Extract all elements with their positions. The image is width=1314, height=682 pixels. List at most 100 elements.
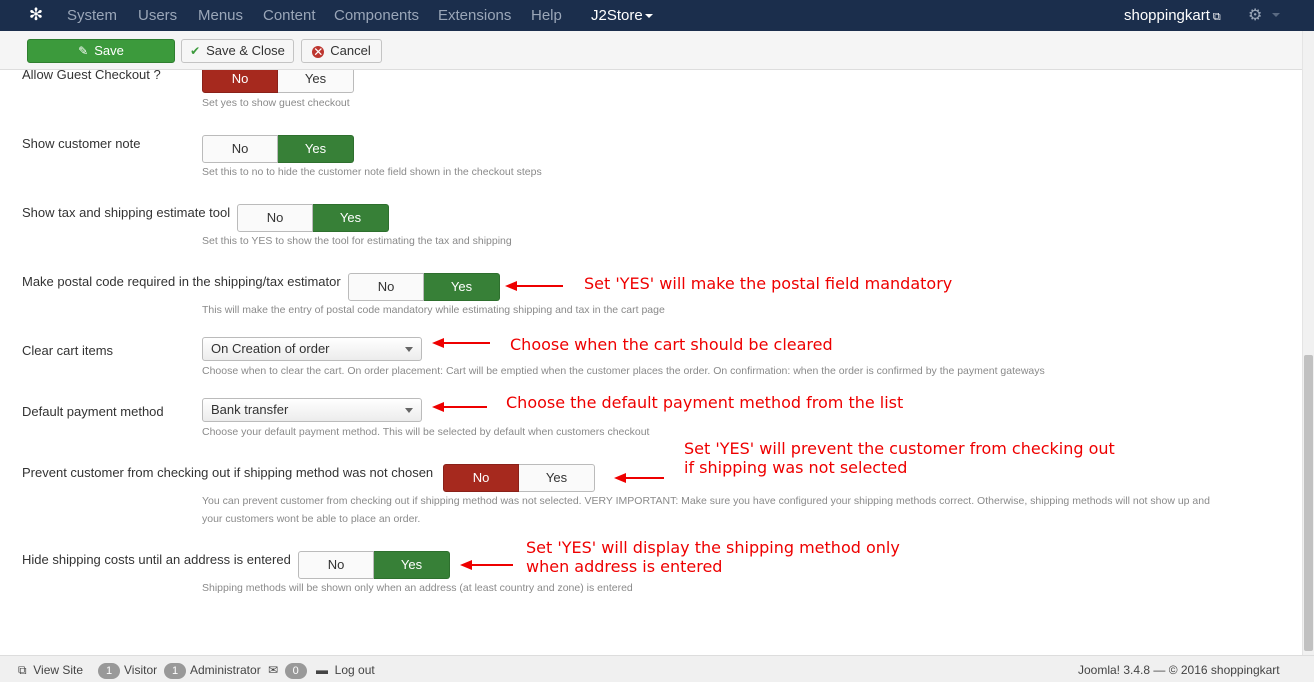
help-clear-cart: Choose when to clear the cart. On order … (202, 365, 1045, 377)
toggle-yes-button[interactable]: Yes (374, 551, 450, 579)
top-navbar: ✻ System Users Menus Content Components … (0, 0, 1314, 31)
save-button[interactable]: ✎ Save (27, 39, 175, 63)
toggle-no-button[interactable]: No (443, 464, 519, 492)
external-link-icon: ⧉ (18, 663, 27, 677)
cancel-button-label: Cancel (330, 43, 371, 58)
annotation-hide-line2: when address is entered (526, 557, 723, 576)
annotation-prevent-line2: if shipping was not selected (684, 458, 908, 477)
menu-j2store-label: J2Store (591, 7, 643, 24)
annotation-arrow-prevent (614, 473, 664, 483)
page-scrollbar[interactable] (1302, 31, 1314, 655)
visitor-count-badge: 1 (98, 663, 120, 679)
setting-label-hide-shipping: Hide shipping costs until an address is … (22, 552, 291, 567)
annotation-arrow-clear-cart (432, 338, 490, 348)
help-prevent-checkout-line1: You can prevent customer from checking o… (202, 495, 1210, 507)
external-link-icon: ⧉ (1212, 11, 1221, 23)
gear-chevron-down-icon[interactable] (1272, 13, 1280, 17)
menu-j2store[interactable]: J2Store (591, 7, 653, 24)
scrollbar-thumb[interactable] (1304, 355, 1313, 651)
help-customer-note: Set this to no to hide the customer note… (202, 166, 542, 178)
menu-menus[interactable]: Menus (198, 7, 243, 24)
annotation-prevent-line1: Set 'YES' will prevent the customer from… (684, 439, 1115, 458)
admin-status[interactable]: 1 Administrator (164, 663, 261, 679)
hide-shipping-toggle: No Yes (298, 551, 450, 579)
help-postal-required: This will make the entry of postal code … (202, 304, 665, 316)
postal-required-toggle: No Yes (348, 273, 500, 301)
toggle-no-button[interactable]: No (237, 204, 313, 232)
status-footer: ⧉ View Site 1 Visitor 1 Administrator ✉ 0 … (0, 655, 1314, 682)
edit-icon: ✎ (78, 44, 89, 58)
visitor-label: Visitor (124, 663, 158, 677)
envelope-icon: ✉ (268, 663, 279, 677)
toggle-yes-button[interactable]: Yes (519, 464, 595, 492)
annotation-arrow-hide-shipping (460, 560, 513, 570)
admin-count-badge: 1 (164, 663, 186, 679)
menu-content[interactable]: Content (263, 7, 316, 24)
admin-label: Administrator (190, 663, 261, 677)
chevron-down-icon (405, 408, 413, 413)
setting-label-postal-required: Make postal code required in the shippin… (22, 274, 341, 289)
toggle-no-button[interactable]: No (202, 135, 278, 163)
menu-help[interactable]: Help (531, 7, 562, 24)
toggle-yes-button[interactable]: Yes (278, 135, 354, 163)
view-site-label: View Site (33, 663, 84, 677)
toolbar: ✎ Save ✔ Save & Close ✕ Cancel (0, 31, 1302, 70)
annotation-clear-cart: Choose when the cart should be cleared (510, 335, 833, 354)
toggle-no-button[interactable]: No (202, 70, 278, 93)
logout-link[interactable]: ▬ Log out (316, 663, 375, 677)
help-hide-shipping: Shipping methods will be shown only when… (202, 582, 633, 594)
view-site-link[interactable]: ⧉ View Site (18, 663, 83, 678)
menu-system[interactable]: System (67, 7, 117, 24)
help-guest-checkout: Set yes to show guest checkout (202, 97, 350, 109)
annotation-arrow-payment (432, 402, 487, 412)
clear-cart-select[interactable]: On Creation of order (202, 337, 422, 361)
menu-components[interactable]: Components (334, 7, 419, 24)
estimate-tool-toggle: No Yes (237, 204, 389, 232)
settings-form: Allow Guest Checkout ? No Yes Set yes to… (0, 70, 1302, 655)
setting-label-customer-note: Show customer note (22, 136, 141, 151)
messages-status[interactable]: ✉ 0 (268, 663, 311, 679)
chevron-down-icon (644, 14, 653, 19)
annotation-hide-line1: Set 'YES' will display the shipping meth… (526, 538, 900, 557)
annotation-postal: Set 'YES' will make the postal field man… (584, 274, 953, 293)
toggle-yes-button[interactable]: Yes (313, 204, 389, 232)
messages-count-badge: 0 (284, 663, 307, 679)
menu-users[interactable]: Users (138, 7, 177, 24)
guest-checkout-toggle: No Yes (202, 70, 354, 93)
payment-method-select[interactable]: Bank transfer (202, 398, 422, 422)
clear-cart-select-value: On Creation of order (211, 341, 330, 356)
toggle-yes-button[interactable]: Yes (278, 70, 354, 93)
site-name-link[interactable]: shoppingkart ⧉ (1124, 7, 1221, 24)
toggle-no-button[interactable]: No (348, 273, 424, 301)
help-payment-method: Choose your default payment method. This… (202, 426, 650, 438)
setting-label-payment-method: Default payment method (22, 404, 164, 419)
cancel-icon: ✕ (312, 45, 325, 59)
check-icon: ✔ (190, 44, 201, 58)
save-close-button[interactable]: ✔ Save & Close (181, 39, 294, 63)
help-estimate-tool: Set this to YES to show the tool for est… (202, 235, 512, 247)
save-close-button-label: Save & Close (206, 43, 285, 58)
logout-label: Log out (334, 663, 375, 677)
prevent-checkout-toggle: No Yes (443, 464, 595, 492)
joomla-logo-icon[interactable]: ✻ (27, 6, 45, 24)
setting-label-clear-cart: Clear cart items (22, 343, 114, 358)
toggle-no-button[interactable]: No (298, 551, 374, 579)
help-prevent-checkout-line2: your customers wont be able to place an … (202, 513, 421, 525)
toggle-yes-button[interactable]: Yes (424, 273, 500, 301)
annotation-payment: Choose the default payment method from t… (506, 393, 904, 412)
cancel-button[interactable]: ✕ Cancel (301, 39, 382, 63)
minus-icon: ▬ (316, 663, 328, 677)
setting-label-estimate-tool: Show tax and shipping estimate tool (22, 205, 231, 220)
gear-icon[interactable]: ⚙ (1248, 5, 1262, 25)
setting-label-prevent-checkout: Prevent customer from checking out if sh… (22, 465, 434, 480)
save-button-label: Save (94, 43, 124, 58)
chevron-down-icon (405, 347, 413, 352)
payment-method-select-value: Bank transfer (211, 402, 289, 417)
visitor-status[interactable]: 1 Visitor (98, 663, 157, 679)
version-text: Joomla! 3.4.8 — © 2016 shoppingkart (1078, 663, 1280, 677)
setting-label-guest-checkout: Allow Guest Checkout ? (22, 70, 161, 82)
annotation-arrow-postal (505, 281, 563, 291)
customer-note-toggle: No Yes (202, 135, 354, 163)
menu-extensions[interactable]: Extensions (438, 7, 511, 24)
site-name-label: shoppingkart (1124, 7, 1210, 24)
